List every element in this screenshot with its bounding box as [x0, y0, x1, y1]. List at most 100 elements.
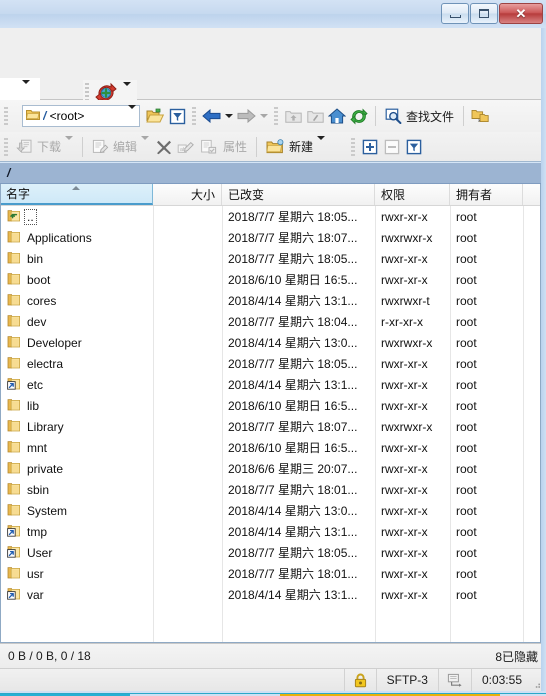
cell-name[interactable]: Applications [0, 230, 153, 246]
cell-name[interactable]: cores [0, 293, 153, 309]
cell-name[interactable]: sbin [0, 482, 153, 498]
cell-name[interactable]: boot [0, 272, 153, 288]
toolbar-gripper [4, 137, 8, 156]
column-header-size[interactable]: 大小 [153, 184, 222, 205]
filter-list-button[interactable] [403, 135, 425, 159]
column-header-changed[interactable]: 已改变 [222, 184, 375, 205]
table-row[interactable]: boot 2018/6/10 星期日 16:5... rwxr-xr-x root [0, 269, 546, 290]
minimize-button[interactable] [441, 3, 469, 24]
table-row[interactable]: dev 2018/7/7 星期六 18:04... r-xr-xr-x root [0, 311, 546, 332]
up-one-level-button [282, 104, 304, 128]
table-row[interactable]: sbin 2018/7/7 星期六 18:01... rwxr-xr-x root [0, 479, 546, 500]
restore-button[interactable] [470, 3, 498, 24]
table-row[interactable]: var 2018/4/14 星期六 13:1... rwxr-xr-x root [0, 584, 546, 605]
file-name: Applications [27, 230, 92, 245]
column-header-permissions[interactable]: 权限 [375, 184, 450, 205]
table-row[interactable]: Library 2018/7/7 星期六 18:07... rwxrwxr-x roo… [0, 416, 546, 437]
minus-box-icon [384, 139, 400, 154]
selection-status-bar: 0 B / 0 B, 0 / 18 8已隐藏 [0, 643, 546, 668]
refresh-button[interactable] [348, 104, 370, 128]
column-header-changed-label: 已改变 [228, 188, 265, 202]
cell-name[interactable]: private [0, 461, 153, 477]
table-row[interactable]: System 2018/4/14 星期六 13:0... rwxr-xr-x root [0, 500, 546, 521]
cell-changed: 2018/4/14 星期六 13:1... [228, 378, 358, 392]
cell-permissions: rwxr-xr-x [381, 398, 428, 413]
new-label: 新建 [289, 140, 314, 154]
cell-name[interactable]: bin [0, 251, 153, 267]
cell-owner: root [456, 377, 477, 392]
chevron-down-icon [65, 135, 74, 154]
cell-permissions: r-xr-xr-x [381, 314, 423, 329]
cell-permissions: rwxr-xr-x [381, 587, 428, 602]
cell-owner: root [456, 482, 477, 497]
filter-button[interactable] [166, 104, 188, 128]
file-name: Developer [27, 335, 82, 350]
cell-owner: root [456, 230, 477, 245]
cell-changed: 2018/7/7 星期六 18:04... [228, 315, 358, 329]
table-row[interactable]: Developer 2018/4/14 星期六 13:0... rwxrwxr-x r… [0, 332, 546, 353]
elapsed-time-indicator: 0:03:55 [470, 668, 532, 692]
table-row[interactable]: etc 2018/4/14 星期六 13:1... rwxr-xr-x root [0, 374, 546, 395]
column-header-name[interactable]: 名字 [0, 184, 153, 205]
cell-name[interactable]: lib [0, 398, 153, 414]
new-folder-button[interactable]: 新建 [262, 135, 329, 159]
current-path-bar[interactable]: / [0, 163, 546, 184]
delete-button[interactable] [153, 135, 175, 159]
cell-changed: 2018/7/7 星期六 18:05... [228, 252, 358, 266]
cell-name[interactable]: var [0, 587, 153, 603]
home-button[interactable] [326, 104, 348, 128]
cell-name[interactable]: electra [0, 356, 153, 372]
cell-permissions: rwxr-xr-x [381, 482, 428, 497]
table-row[interactable]: bin 2018/7/7 星期六 18:05... rwxr-xr-x root [0, 248, 546, 269]
properties-button: 属性 [219, 135, 251, 159]
cell-name[interactable]: usr [0, 566, 153, 582]
cell-changed: 2018/7/7 星期六 18:07... [228, 231, 358, 245]
table-row[interactable]: lib 2018/6/10 星期日 16:5... rwxr-xr-x root [0, 395, 546, 416]
back-history-dropdown[interactable] [223, 104, 235, 128]
cell-owner: root [456, 272, 477, 287]
table-row[interactable]: tmp 2018/4/14 星期六 13:1... rwxr-xr-x root [0, 521, 546, 542]
session-indicator[interactable] [437, 668, 471, 692]
expand-all-button[interactable] [359, 135, 381, 159]
synchronized-browsing-button[interactable] [469, 104, 491, 128]
table-row[interactable]: usr 2018/7/7 星期六 18:01... rwxr-xr-x root [0, 563, 546, 584]
collapse-all-button [381, 135, 403, 159]
close-button[interactable]: ✕ [499, 3, 543, 24]
secure-connection-indicator[interactable] [343, 668, 376, 692]
open-directory-button[interactable] [144, 104, 166, 128]
download-button: 下载 [12, 135, 77, 159]
cell-name[interactable]: dev [0, 314, 153, 330]
cell-name[interactable]: etc [0, 377, 153, 393]
file-actions-toolbar: 下载 编辑 ab 属性 新建 [0, 132, 546, 162]
table-row[interactable]: User 2018/7/7 星期六 18:05... rwxr-xr-x root [0, 542, 546, 563]
table-row[interactable]: electra 2018/7/7 星期六 18:05... rwxr-xr-x roo… [0, 353, 546, 374]
table-row[interactable]: Applications 2018/7/7 星期六 18:07... rwxrwxr… [0, 227, 546, 248]
cell-owner: root [456, 398, 477, 413]
elapsed-time-label: 0:03:55 [481, 673, 522, 687]
toolbar-gripper [4, 107, 8, 125]
window-controls: ✕ [441, 3, 543, 24]
chevron-down-icon[interactable] [317, 135, 326, 154]
cell-name[interactable]: tmp [0, 524, 153, 540]
cell-changed: 2018/6/10 星期日 16:5... [228, 441, 358, 455]
cell-name[interactable]: Library [0, 419, 153, 435]
table-row[interactable]: mnt 2018/6/10 星期日 16:5... rwxr-xr-x root [0, 437, 546, 458]
file-name: electra [27, 356, 64, 371]
folder-icon [7, 251, 21, 267]
cell-name[interactable]: Developer [0, 335, 153, 351]
find-files-button[interactable]: 查找文件 [381, 104, 458, 128]
chevron-down-icon[interactable] [128, 105, 136, 123]
table-row[interactable]: .. 2018/7/7 星期六 18:05... rwxr-xr-x root [0, 206, 546, 227]
cell-permissions: rwxr-xr-x [381, 356, 428, 371]
table-row[interactable]: cores 2018/4/14 星期六 13:1... rwxrwxr-t root [0, 290, 546, 311]
cell-name[interactable]: User [0, 545, 153, 561]
cell-name[interactable]: .. [0, 208, 153, 225]
column-header-owner[interactable]: 拥有者 [450, 184, 523, 205]
table-row[interactable]: private 2018/6/6 星期三 20:07... rwxr-xr-x roo… [0, 458, 546, 479]
back-button[interactable] [200, 104, 223, 128]
transfer-queue-dropdown[interactable] [123, 82, 131, 100]
cell-name[interactable]: System [0, 503, 153, 519]
folder-icon [7, 482, 21, 498]
path-combobox[interactable]: / <root> [22, 105, 140, 127]
cell-name[interactable]: mnt [0, 440, 153, 456]
